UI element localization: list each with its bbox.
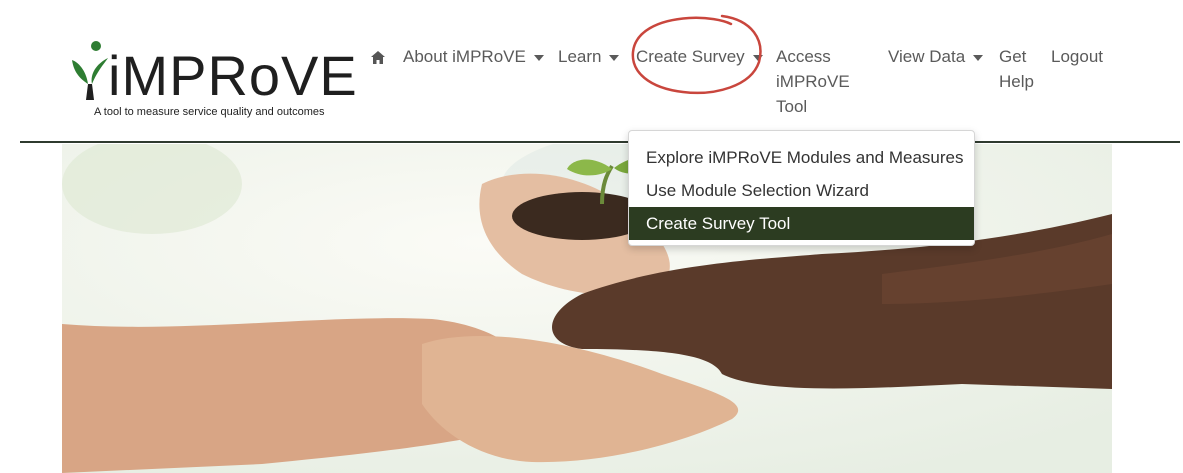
nav-logout[interactable]: Logout	[1051, 44, 1103, 69]
nav-access-tool[interactable]: Access iMPRoVE Tool	[776, 44, 850, 119]
nav-about[interactable]: About iMPRoVE	[403, 44, 544, 69]
chevron-down-icon	[973, 54, 984, 61]
dropdown-item-create-survey-tool[interactable]: Create Survey Tool	[629, 207, 974, 240]
create-survey-dropdown: Explore iMPRoVE Modules and Measures Use…	[628, 130, 975, 246]
nav-learn[interactable]: Learn	[558, 44, 620, 69]
nav-get-help-line2: Help	[999, 72, 1034, 91]
nav-get-help[interactable]: Get Help	[999, 44, 1034, 94]
chevron-down-icon	[752, 54, 763, 61]
nav-view-data-label: View Data	[888, 47, 966, 66]
chevron-down-icon	[609, 54, 620, 61]
nav-create-survey-label: Create Survey	[636, 47, 745, 66]
nav-get-help-line1: Get	[999, 47, 1027, 66]
dropdown-item-module-wizard[interactable]: Use Module Selection Wizard	[629, 174, 974, 207]
nav-create-survey[interactable]: Create Survey	[636, 44, 763, 69]
nav-access-line1: Access	[776, 47, 831, 66]
main-nav: About iMPRoVE Learn Create Survey Access…	[0, 44, 1183, 124]
dropdown-item-explore-modules[interactable]: Explore iMPRoVE Modules and Measures	[629, 141, 974, 174]
nav-learn-label: Learn	[558, 47, 602, 66]
nav-about-label: About iMPRoVE	[403, 47, 526, 66]
nav-access-line3: Tool	[776, 97, 808, 116]
header-divider	[20, 141, 1180, 143]
chevron-down-icon	[533, 54, 544, 61]
nav-view-data[interactable]: View Data	[888, 44, 984, 69]
nav-access-line2: iMPRoVE	[776, 72, 850, 91]
home-icon[interactable]	[371, 51, 385, 69]
nav-logout-label: Logout	[1051, 47, 1103, 66]
